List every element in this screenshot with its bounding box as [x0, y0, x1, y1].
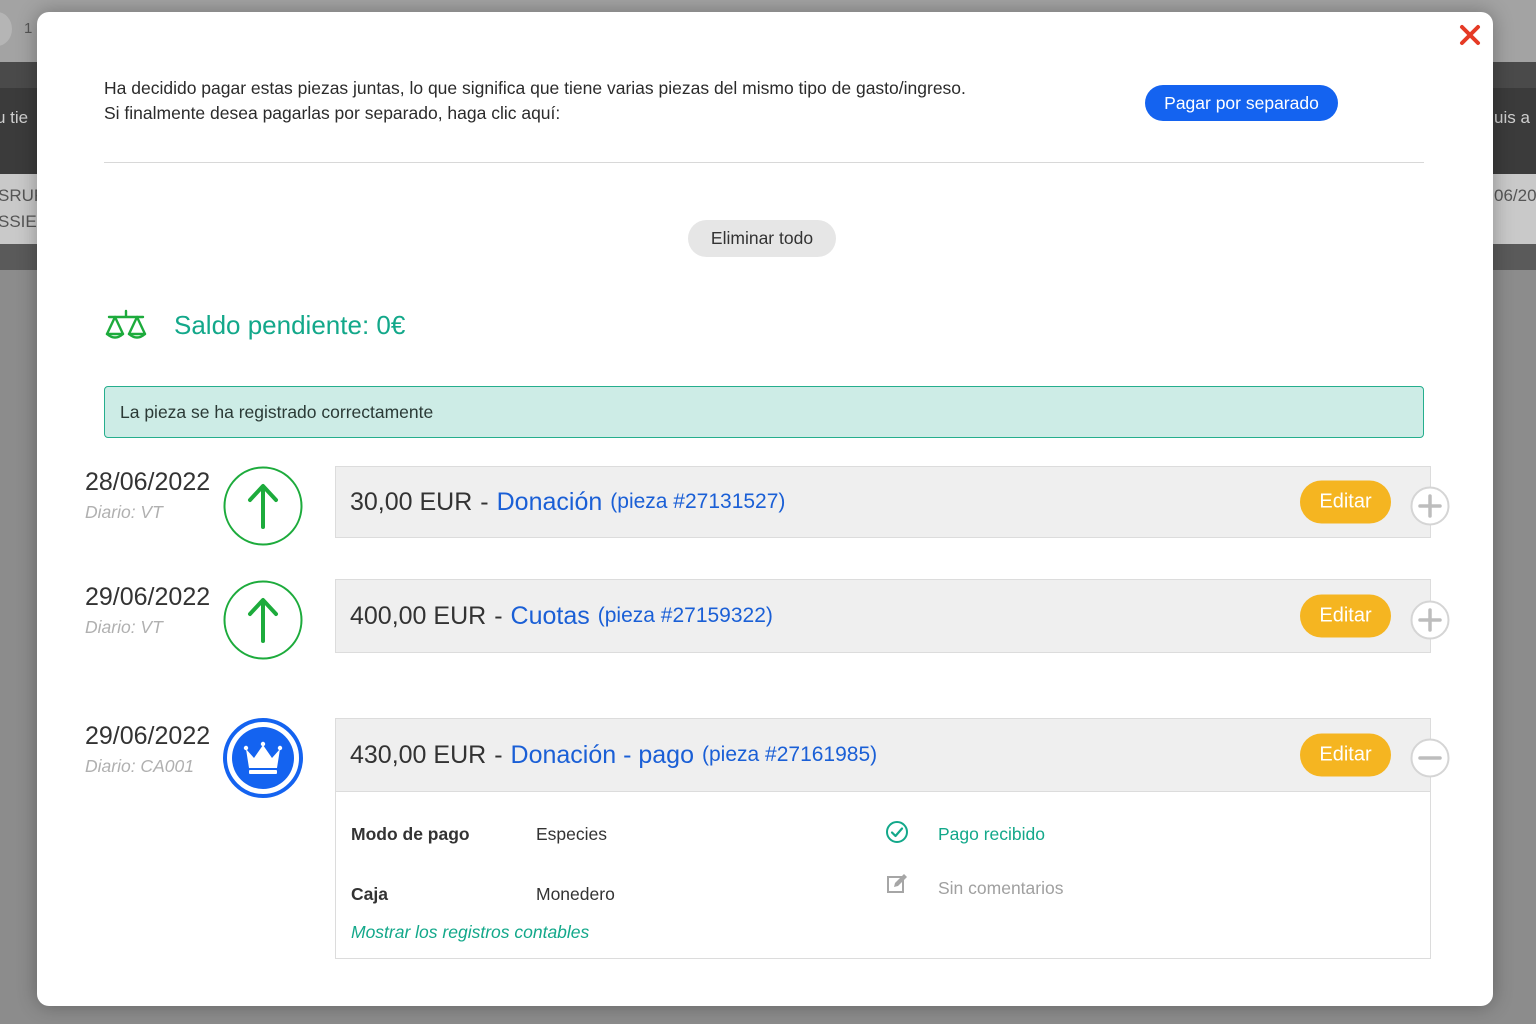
row-3-amount: 430,00 EUR [350, 740, 487, 769]
close-button[interactable] [1457, 22, 1483, 48]
row-2-edit-button[interactable]: Editar [1300, 594, 1391, 638]
delete-all-button[interactable]: Eliminar todo [688, 220, 836, 257]
grouped-payment-modal: Ha decidido pagar estas piezas juntas, l… [37, 12, 1493, 1006]
row-3-details: Modo de pago Especies Caja Monedero Most… [335, 792, 1431, 959]
payment-mode-value: Especies [536, 824, 608, 844]
payment-mode-label: Modo de pago [351, 824, 470, 844]
cash-label: Caja [351, 884, 388, 904]
row-3-edit-button[interactable]: Editar [1300, 733, 1391, 777]
background-text-right-1: uis a [1494, 108, 1530, 127]
row-1-journal: Diario: VT [85, 502, 163, 522]
row-1-summary: 30,00 EUR - Donación (pieza #27131527) E… [335, 466, 1431, 538]
minus-icon[interactable] [1410, 738, 1450, 778]
cash-value: Monedero [536, 884, 615, 904]
row-3-piece-link[interactable]: (pieza #27161985) [702, 743, 877, 767]
row-3-concept-link[interactable]: Donación - pago [511, 741, 694, 770]
intro-line-2: Si finalmente desea pagarlas por separad… [104, 103, 561, 123]
balance-scale-icon [105, 309, 147, 339]
row-1-concept-link[interactable]: Donación [497, 488, 603, 517]
row-2-summary: 400,00 EUR - Cuotas (pieza #27159322) Ed… [335, 579, 1431, 653]
row-1-separator: - [480, 487, 489, 516]
background-page-number: 1 [24, 20, 33, 37]
row-3-summary: 430,00 EUR - Donación - pago (pieza #271… [335, 718, 1431, 792]
pay-separately-button[interactable]: Pagar por separado [1145, 85, 1338, 121]
row-1-date: 28/06/2022 [85, 468, 211, 496]
divider [104, 162, 1424, 163]
crown-icon [223, 718, 303, 798]
no-comments-status[interactable]: Sin comentarios [938, 878, 1063, 899]
plus-icon[interactable] [1410, 600, 1450, 640]
success-alert: La pieza se ha registrado correctamente [104, 386, 1424, 438]
background-text-right-2: 06/20 [1494, 186, 1536, 205]
success-alert-text: La pieza se ha registrado correctamente [120, 401, 434, 422]
row-3-date: 29/06/2022 [85, 722, 211, 750]
arrow-up-icon [223, 466, 303, 546]
row-2-date: 29/06/2022 [85, 583, 211, 611]
row-3-separator: - [494, 740, 503, 769]
row-1-amount: 30,00 EUR [350, 487, 473, 516]
check-circle-icon [886, 821, 908, 843]
close-icon [1460, 25, 1480, 45]
row-2-amount: 400,00 EUR [350, 601, 487, 630]
intro-line-1: Ha decidido pagar estas piezas juntas, l… [104, 78, 966, 98]
row-2-journal: Diario: VT [85, 617, 163, 637]
row-2-concept-link[interactable]: Cuotas [511, 602, 590, 631]
row-2-separator: - [494, 601, 503, 630]
show-accounting-records-link[interactable]: Mostrar los registros contables [351, 922, 589, 943]
background-text-left-1: u tie [0, 108, 29, 127]
row-1-piece-link[interactable]: (pieza #27131527) [610, 490, 785, 514]
payment-received-status: Pago recibido [938, 824, 1046, 844]
arrow-up-icon [223, 580, 303, 660]
row-3-journal: Diario: CA001 [85, 756, 194, 776]
plus-icon[interactable] [1410, 486, 1450, 526]
intro-text: Ha decidido pagar estas piezas juntas, l… [104, 76, 966, 126]
row-1-edit-button[interactable]: Editar [1300, 480, 1391, 524]
edit-note-icon[interactable] [885, 872, 909, 896]
row-2-piece-link[interactable]: (pieza #27159322) [598, 604, 773, 628]
pending-balance: Saldo pendiente: 0€ [174, 310, 406, 340]
